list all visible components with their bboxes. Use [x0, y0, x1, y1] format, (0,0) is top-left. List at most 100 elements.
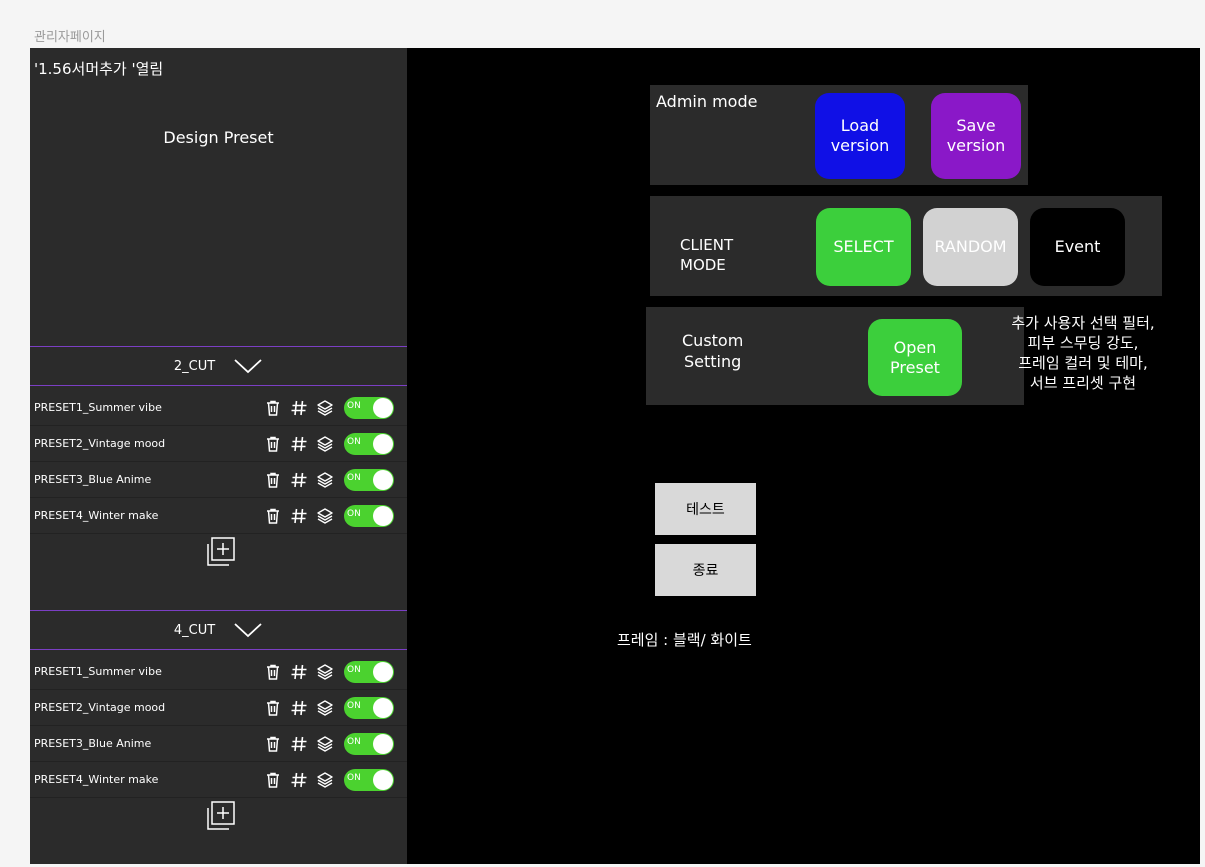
trash-icon[interactable]	[264, 699, 282, 717]
layers-icon[interactable]	[316, 735, 334, 753]
client-mode-label: CLIENT MODE	[680, 236, 733, 275]
trash-icon[interactable]	[264, 435, 282, 453]
open-preset-label-line2: Preset	[890, 357, 940, 377]
toggle-label: ON	[347, 700, 361, 711]
layers-icon[interactable]	[316, 663, 334, 681]
hash-icon[interactable]	[290, 735, 308, 753]
layers-icon[interactable]	[316, 507, 334, 525]
preset-row[interactable]: PRESET3_Blue Anime ON	[30, 726, 407, 762]
preset-toggle[interactable]: ON	[344, 768, 394, 791]
custom-setting-label-line2: Setting	[684, 351, 742, 371]
preset-toggle[interactable]: ON	[344, 732, 394, 755]
layers-icon[interactable]	[316, 699, 334, 717]
group-name: 4_CUT	[173, 622, 216, 638]
preset-name: PRESET2_Vintage mood	[34, 437, 166, 450]
client-mode-label-line2: MODE	[680, 255, 726, 274]
preset-row[interactable]: PRESET2_Vintage mood ON	[30, 690, 407, 726]
toggle-label: ON	[347, 664, 361, 675]
preset-row[interactable]: PRESET4_Winter make ON	[30, 762, 407, 798]
chevron-down-icon[interactable]	[233, 358, 263, 374]
preset-toggle[interactable]: ON	[344, 468, 394, 491]
layers-icon[interactable]	[316, 435, 334, 453]
custom-setting-label: Custom Setting	[682, 331, 743, 373]
preset-name: PRESET3_Blue Anime	[34, 737, 152, 750]
test-button[interactable]: 테스트	[655, 483, 756, 535]
toggle-label: ON	[347, 472, 361, 483]
hash-icon[interactable]	[290, 699, 308, 717]
preset-toggle[interactable]: ON	[344, 696, 394, 719]
toggle-label: ON	[347, 436, 361, 447]
custom-setting-panel: Custom Setting Open Preset	[646, 307, 1024, 405]
group-header-2-cut[interactable]: 2_CUT	[30, 346, 407, 386]
trash-icon[interactable]	[264, 663, 282, 681]
toggle-knob	[373, 769, 393, 790]
load-label-line1: Load	[840, 116, 880, 135]
feature-note: 추가 사용자 선택 필터, 피부 스무딩 강도, 프레임 컬러 및 테마, 서브…	[988, 314, 1178, 394]
preset-toggle[interactable]: ON	[344, 396, 394, 419]
preset-toggle[interactable]: ON	[344, 432, 394, 455]
preset-name: PRESET1_Summer vibe	[34, 665, 162, 678]
client-mode-label-line1: CLIENT	[680, 236, 734, 254]
hash-icon[interactable]	[290, 663, 308, 681]
group-header-4-cut[interactable]: 4_CUT	[30, 610, 407, 650]
toggle-knob	[373, 697, 393, 718]
preset-row[interactable]: PRESET4_Winter make ON	[30, 498, 407, 534]
exit-button[interactable]: 종료	[655, 544, 756, 596]
toggle-knob	[373, 469, 393, 490]
toggle-knob	[373, 505, 393, 526]
preset-name: PRESET3_Blue Anime	[34, 473, 152, 486]
toggle-label: ON	[347, 736, 361, 747]
add-preset-button[interactable]	[202, 536, 238, 570]
trash-icon[interactable]	[264, 399, 282, 417]
app-frame: '1.56서머추가 '열림 Design Preset 2_CUT PRESET…	[30, 48, 1200, 864]
preset-row[interactable]: PRESET1_Summer vibe ON	[30, 654, 407, 690]
layers-icon[interactable]	[316, 399, 334, 417]
preset-row[interactable]: PRESET2_Vintage mood ON	[30, 426, 407, 462]
layers-icon[interactable]	[316, 771, 334, 789]
trash-icon[interactable]	[264, 771, 282, 789]
event-mode-button[interactable]: Event	[1030, 208, 1125, 286]
hash-icon[interactable]	[290, 771, 308, 789]
hash-icon[interactable]	[290, 507, 308, 525]
hash-icon[interactable]	[290, 471, 308, 489]
sidebar: '1.56서머추가 '열림 Design Preset 2_CUT PRESET…	[30, 48, 407, 864]
hash-icon[interactable]	[290, 435, 308, 453]
note-line: 프레임 컬러 및 테마,	[1018, 353, 1148, 372]
admin-mode-panel: Admin mode Load version Save version	[650, 85, 1028, 185]
preset-toggle[interactable]: ON	[344, 504, 394, 527]
load-label-line2: version	[830, 136, 890, 155]
open-preset-button[interactable]: Open Preset	[868, 319, 962, 396]
note-line: 추가 사용자 선택 필터,	[1011, 314, 1155, 332]
trash-icon[interactable]	[264, 507, 282, 525]
save-version-button[interactable]: Save version	[931, 93, 1021, 179]
toggle-label: ON	[347, 772, 361, 783]
toggle-knob	[373, 433, 393, 454]
load-version-button[interactable]: Load version	[815, 93, 905, 179]
preset-row[interactable]: PRESET3_Blue Anime ON	[30, 462, 407, 498]
hash-icon[interactable]	[290, 399, 308, 417]
preset-toggle[interactable]: ON	[344, 660, 394, 683]
preset-name: PRESET1_Summer vibe	[34, 401, 162, 414]
page-label: 관리자페이지	[34, 30, 106, 45]
preset-name: PRESET4_Winter make	[34, 509, 159, 522]
add-preset-button[interactable]	[202, 800, 238, 834]
toggle-label: ON	[347, 400, 361, 411]
preset-row[interactable]: PRESET1_Summer vibe ON	[30, 390, 407, 426]
note-line: 피부 스무딩 강도,	[1027, 333, 1139, 352]
preset-name: PRESET4_Winter make	[34, 773, 159, 786]
preset-name: PRESET2_Vintage mood	[34, 701, 166, 714]
save-label-line2: version	[946, 136, 1006, 155]
sidebar-title: '1.56서머추가 '열림	[34, 60, 164, 78]
toggle-knob	[373, 733, 393, 754]
chevron-down-icon[interactable]	[233, 622, 263, 638]
group-name: 2_CUT	[173, 358, 216, 374]
select-mode-button[interactable]: SELECT	[816, 208, 911, 286]
open-preset-label-line1: Open	[893, 337, 937, 357]
trash-icon[interactable]	[264, 735, 282, 753]
note-line: 서브 프리셋 구현	[1029, 373, 1137, 392]
layers-icon[interactable]	[316, 471, 334, 489]
toggle-label: ON	[347, 508, 361, 519]
client-mode-panel: CLIENT MODE SELECT RANDOM Event	[650, 196, 1162, 296]
trash-icon[interactable]	[264, 471, 282, 489]
random-mode-button[interactable]: RANDOM	[923, 208, 1018, 286]
